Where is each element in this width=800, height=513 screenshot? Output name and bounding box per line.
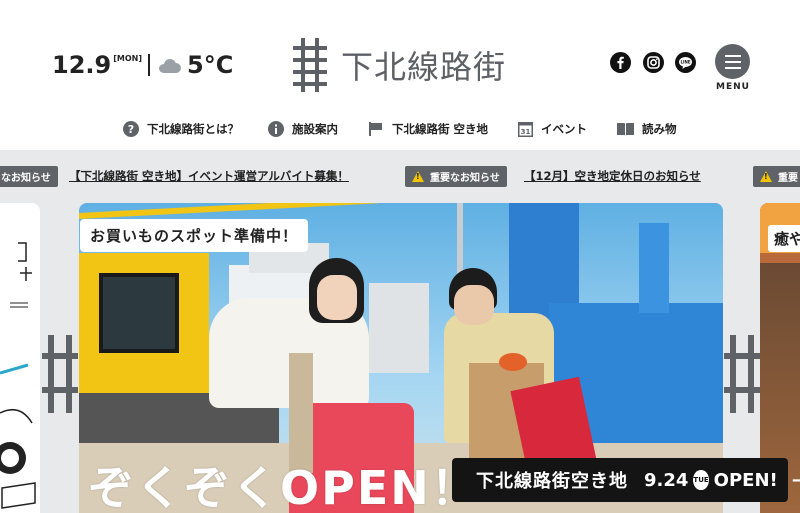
menu-label: MENU	[716, 82, 750, 92]
person-face	[317, 275, 357, 320]
facebook-icon	[617, 56, 624, 69]
weather-temperature: 5°C	[187, 51, 234, 79]
notice-badge: なお知らせ	[0, 166, 58, 187]
illustration-image	[0, 242, 36, 509]
crane-shape	[639, 223, 669, 313]
nav-item-articles[interactable]: 読み物	[617, 118, 677, 140]
nav-item-label: 読み物	[642, 122, 677, 136]
prev-slide-card[interactable]	[0, 203, 40, 513]
weather-divider	[148, 54, 150, 76]
flag-icon	[368, 121, 384, 137]
nav-item-label: イベント	[541, 122, 587, 136]
cloud-icon	[159, 59, 181, 73]
menu-button[interactable]	[715, 44, 750, 79]
svg-text:?: ?	[128, 123, 134, 136]
instagram-link[interactable]	[643, 52, 664, 73]
info-icon	[268, 121, 284, 137]
notice-link[interactable]: 【12月】空き地定休日のお知らせ	[524, 168, 701, 184]
hero-cta-button[interactable]: 下北線路街空き地 9.24 TUE OPEN! →	[452, 458, 800, 502]
nav-item-label: 施設案内	[292, 122, 338, 136]
book-icon	[617, 122, 634, 136]
person-face	[454, 285, 494, 325]
instagram-icon	[647, 56, 660, 69]
railway-hash-icon	[724, 335, 760, 413]
cta-weekday-badge: TUE	[693, 470, 709, 490]
svg-text:31: 31	[521, 128, 531, 136]
produce-shape	[499, 353, 527, 371]
nav-item-label: 下北線路街 空き地	[392, 122, 489, 136]
nav-item-events[interactable]: 31 イベント	[518, 118, 587, 140]
logo-text: 下北線路街	[341, 48, 507, 86]
notice-badge: 重要	[753, 166, 800, 187]
warning-icon	[760, 171, 772, 182]
hamburger-icon	[724, 54, 741, 69]
nav-item-akichi[interactable]: 下北線路街 空き地	[368, 118, 488, 140]
site-header: 12.9 [MON] 5°C 下北線路街 LINE MENU ? 下北線路街とは…	[0, 0, 800, 150]
warning-icon	[412, 171, 424, 182]
calendar-icon: 31	[518, 121, 533, 137]
notice-badge-label: 重要なお知らせ	[430, 173, 500, 184]
arrow-right-icon: →	[791, 469, 800, 491]
main-nav: ? 下北線路街とは？ 施設案内 下北線路街 空き地 31 イベント 読み物	[0, 118, 800, 140]
building-shape	[369, 283, 429, 373]
line-link[interactable]: LINE	[675, 52, 696, 73]
line-icon: LINE	[679, 57, 692, 69]
weather-date: 12.9	[52, 51, 112, 79]
svg-text:LINE: LINE	[680, 60, 690, 65]
question-icon: ?	[123, 121, 139, 137]
notice-badge-label: なお知らせ	[1, 173, 51, 184]
cta-title: 下北線路街空き地	[476, 471, 628, 492]
cta-open-label: OPEN!	[713, 469, 778, 491]
hero-headline: ぞくぞくOPEN！	[88, 461, 479, 513]
weather-widget: 12.9 [MON] 5°C	[52, 50, 233, 80]
nav-item-facilities[interactable]: 施設案内	[268, 118, 338, 140]
railway-hash-logo-icon	[293, 38, 327, 92]
next-slide-caption: 癒や	[768, 225, 800, 252]
site-logo[interactable]: 下北線路街	[293, 38, 506, 92]
hero-catchcopy: お買いものスポット準備中！	[80, 219, 309, 252]
notice-link[interactable]: 【下北線路街 空き地】イベント運営アルバイト募集！	[69, 168, 349, 184]
weather-day: [MON]	[113, 53, 142, 63]
notice-badge: 重要なお知らせ	[405, 166, 507, 187]
nav-item-label: 下北線路街とは？	[147, 122, 239, 136]
cta-date: 9.24	[644, 469, 689, 491]
nav-item-about[interactable]: ? 下北線路街とは？	[123, 118, 239, 140]
railway-hash-icon	[42, 335, 78, 413]
facebook-link[interactable]	[610, 52, 631, 73]
notice-badge-label: 重要	[778, 173, 798, 184]
excavator-cab	[99, 273, 179, 353]
